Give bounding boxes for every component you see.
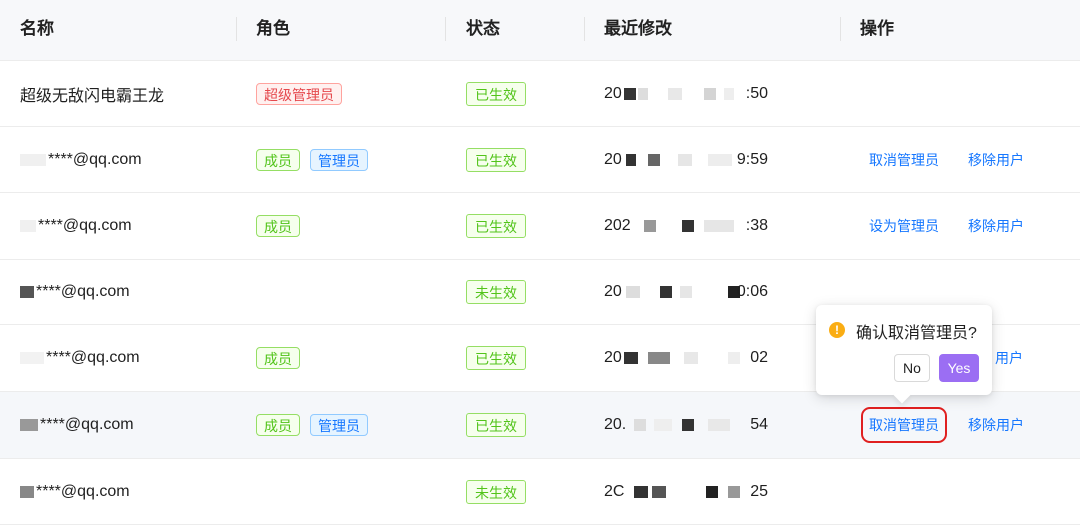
redaction-mask: [728, 352, 740, 364]
column-header-role: 角色: [256, 19, 290, 38]
status-badge: 已生效: [466, 346, 526, 370]
user-email: ****@qq.com: [36, 283, 130, 300]
modified-time: 202 :38: [604, 217, 768, 234]
redaction-mask: [638, 87, 648, 100]
redaction-mask: [624, 352, 638, 364]
redaction-mask: [728, 485, 740, 498]
redaction-mask: [644, 220, 656, 232]
redaction-mask: [680, 286, 692, 298]
redaction-mask: [624, 87, 636, 100]
redaction-mask: [682, 419, 694, 431]
modified-time: 20. 54: [604, 416, 768, 433]
status-badge: 未生效: [466, 479, 526, 504]
user-email: ****@qq.com: [46, 349, 140, 366]
role-tag-member: 成员: [256, 414, 300, 436]
revoke-admin-link[interactable]: 取消管理员: [861, 407, 947, 443]
redaction-mask: [20, 419, 38, 431]
redaction-mask: [648, 352, 670, 364]
column-divider: [445, 17, 446, 41]
revoke-admin-popconfirm: ! 确认取消管理员? No Yes: [816, 305, 992, 404]
redaction-mask: [660, 286, 672, 298]
column-header-name: 名称: [20, 19, 54, 38]
redaction-mask: [626, 286, 640, 298]
role-tag-admin: 管理员: [310, 148, 368, 171]
redaction-mask: [634, 485, 648, 498]
user-email: ****@qq.com: [40, 416, 134, 433]
redaction-mask: [668, 87, 682, 100]
column-header-modified: 最近修改: [604, 19, 672, 38]
redaction-mask: [708, 419, 730, 431]
role-tag-admin: 管理员: [310, 414, 368, 436]
remove-user-link[interactable]: 移除用户: [968, 415, 1024, 435]
redaction-mask: [724, 87, 734, 100]
redaction-mask: [20, 220, 36, 232]
redaction-mask: [20, 485, 34, 498]
modified-time: 20 :50: [604, 84, 768, 102]
cancel-button[interactable]: No: [894, 354, 930, 382]
redaction-mask: [20, 352, 44, 364]
redaction-mask: [704, 220, 734, 232]
redaction-mask: [626, 153, 636, 166]
revoke-admin-link[interactable]: 取消管理员: [869, 150, 939, 170]
redaction-mask: [706, 485, 718, 498]
column-divider: [236, 17, 237, 41]
remove-user-link[interactable]: 移除用户: [968, 150, 1024, 170]
user-email: ****@qq.com: [48, 150, 142, 168]
redaction-mask: [654, 419, 672, 431]
redaction-mask: [634, 419, 646, 431]
table-row: ****@qq.com 成员 管理员 已生效 20 9:59 取消管理员 移除用…: [0, 127, 1080, 193]
modified-time: 20 9:59: [604, 150, 768, 168]
redaction-mask: [652, 485, 666, 498]
status-badge: 已生效: [466, 413, 526, 437]
redaction-mask: [678, 153, 692, 166]
table-header: 名称 角色 状态 最近修改 操作: [0, 0, 1080, 61]
modified-time: 2C 25: [604, 482, 768, 500]
column-header-status: 状态: [466, 19, 500, 38]
redaction-mask: [20, 286, 34, 298]
user-email: ****@qq.com: [38, 217, 132, 234]
status-badge: 已生效: [466, 147, 526, 172]
table-row: ****@qq.com 成员 管理员 已生效 20. 54 取消管理员 移除用户: [0, 392, 1080, 459]
status-badge: 已生效: [466, 81, 526, 106]
popconfirm-message: 确认取消管理员?: [856, 325, 977, 342]
column-header-actions: 操作: [860, 19, 894, 38]
redaction-mask: [704, 87, 716, 100]
column-divider: [584, 17, 585, 41]
remove-user-link[interactable]: 移除用户: [968, 216, 1024, 236]
status-badge: 已生效: [466, 214, 526, 238]
table-row: 超级无敌闪电霸王龙 超级管理员 已生效 20 :50: [0, 61, 1080, 127]
modified-time: 20 0:06: [604, 283, 768, 300]
role-tag-member: 成员: [256, 347, 300, 369]
remove-user-link[interactable]: 用户: [995, 348, 1023, 368]
redaction-mask: [648, 153, 660, 166]
role-tag-super-admin: 超级管理员: [256, 82, 342, 105]
redaction-mask: [20, 153, 46, 166]
set-admin-link[interactable]: 设为管理员: [869, 216, 939, 236]
table-row: ****@qq.com 未生效 2C 25: [0, 459, 1080, 525]
role-tag-member: 成员: [256, 215, 300, 237]
table-row: ****@qq.com 成员 已生效 202 :38 设为管理员 移除用户: [0, 193, 1080, 260]
user-name: 超级无敌闪电霸王龙: [20, 87, 165, 105]
status-badge: 未生效: [466, 280, 526, 304]
redaction-mask: [682, 220, 694, 232]
warning-icon: !: [829, 322, 845, 338]
modified-time: 20 02: [604, 349, 768, 366]
column-divider: [840, 17, 841, 41]
confirm-button[interactable]: Yes: [939, 354, 979, 382]
role-tag-member: 成员: [256, 148, 300, 171]
redaction-mask: [708, 153, 732, 166]
user-email: ****@qq.com: [36, 482, 130, 500]
redaction-mask: [684, 352, 698, 364]
